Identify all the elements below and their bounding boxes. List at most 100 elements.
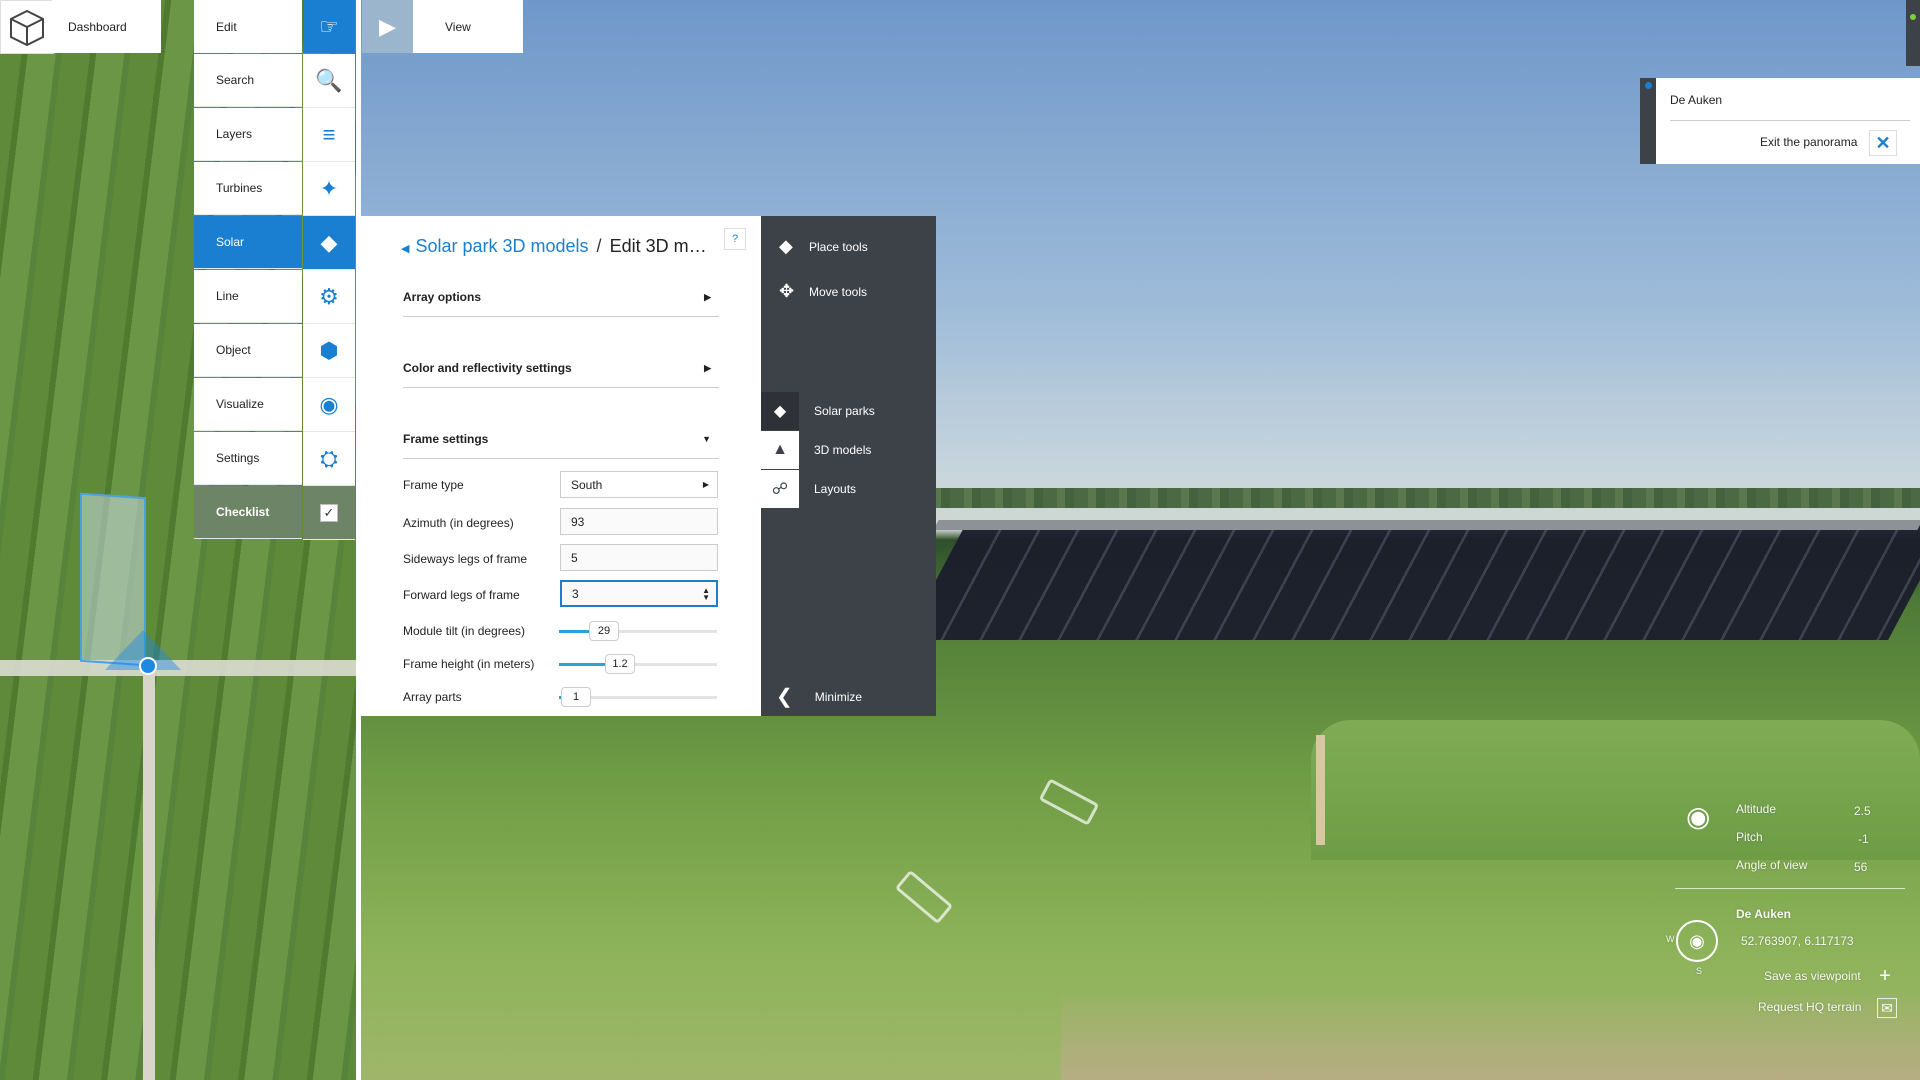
pitch-value: -1: [1858, 832, 1869, 846]
mail-icon[interactable]: ✉: [1877, 998, 1897, 1018]
breadcrumb-separator: /: [596, 236, 602, 256]
solar-panel-icon[interactable]: ◆: [303, 216, 355, 270]
frame-type-select[interactable]: South ▶: [560, 471, 718, 498]
slider-thumb[interactable]: 1: [561, 687, 591, 707]
navigation-marker[interactable]: [1038, 778, 1100, 826]
navigation-marker[interactable]: [894, 869, 954, 925]
dropdown-arrow-icon: ▶: [702, 480, 709, 489]
location-title: De Auken: [1670, 93, 1723, 107]
edit-hand-icon[interactable]: ☞: [303, 0, 355, 53]
chevron-left-icon: ❮: [776, 686, 793, 708]
info-panel-handle[interactable]: [1640, 78, 1656, 164]
sideways-legs-input[interactable]: 5: [560, 544, 718, 571]
line-icon[interactable]: ⚙: [303, 270, 355, 324]
section-array-options[interactable]: Array options ▶: [403, 278, 719, 317]
tools-panel: ◆ Place tools ✥ Move tools ◆ Solar parks ▲ 3…: [761, 216, 936, 716]
add-viewpoint-icon[interactable]: +: [1876, 965, 1894, 987]
menu-item-visualize[interactable]: Visualize: [194, 378, 302, 431]
collapse-arrow-icon: ▼: [702, 434, 711, 444]
search-icon[interactable]: 🔍: [303, 54, 355, 108]
3d-models-button[interactable]: ▲ 3D models: [761, 431, 936, 469]
breadcrumb: ◀ Solar park 3D models / Edit 3D m…: [401, 236, 707, 257]
road: [143, 670, 155, 1080]
fov-value: 56: [1854, 860, 1868, 874]
forward-legs-stepper[interactable]: 3 ▲ ▼: [560, 580, 718, 607]
section-title: Color and reflectivity settings: [403, 361, 572, 375]
slider-thumb[interactable]: 1.2: [605, 654, 635, 674]
camera-icon: ◉: [1686, 801, 1711, 832]
menu-item-label: Object: [216, 343, 251, 357]
section-color-settings[interactable]: Color and reflectivity settings ▶: [403, 349, 719, 388]
exit-panorama-label: Exit the panorama: [1760, 135, 1858, 149]
menu-item-layers[interactable]: Layers: [194, 108, 302, 161]
turbine-icon[interactable]: ✦: [303, 162, 355, 216]
minimize-button[interactable]: ❮ Minimize: [776, 684, 862, 709]
menu-item-object[interactable]: Object: [194, 324, 302, 377]
menu-item-label: Layers: [216, 127, 253, 141]
stepper-arrows-icon[interactable]: ▲ ▼: [702, 586, 710, 601]
checklist-toggle[interactable]: ✓: [303, 486, 355, 540]
menu-item-line[interactable]: Line: [194, 270, 302, 323]
wooden-post: [1316, 735, 1325, 845]
menu-item-search[interactable]: Search: [194, 54, 302, 107]
slider-thumb[interactable]: 29: [589, 621, 619, 641]
gear-icon[interactable]: ⛭: [303, 432, 355, 486]
array-parts-slider[interactable]: 1: [559, 687, 717, 707]
move-icon: ✥: [779, 281, 795, 301]
menu-item-label: Turbines: [216, 181, 263, 195]
module-tilt-slider[interactable]: 29: [559, 621, 717, 641]
layout-icon: ☍: [761, 470, 799, 508]
fov-label: Angle of view: [1736, 858, 1808, 872]
menu-item-label: Solar: [216, 235, 245, 249]
hud-coordinates: 52.763907, 6.117173: [1741, 934, 1854, 948]
place-tools-button[interactable]: ◆ Place tools: [779, 236, 868, 257]
move-tools-label: Move tools: [809, 284, 868, 299]
layers-icon[interactable]: ≡: [303, 108, 355, 162]
play-icon[interactable]: ▶: [362, 0, 413, 53]
menu-item-label: Settings: [216, 451, 260, 465]
edit-label: Edit: [216, 19, 237, 34]
move-tools-button[interactable]: ✥ Move tools: [779, 281, 867, 302]
checkbox-icon: ✓: [320, 503, 338, 522]
menu-item-label: Search: [216, 73, 255, 87]
cube-icon[interactable]: ⬢: [303, 324, 355, 378]
frame-type-value: South: [571, 477, 603, 492]
section-frame-settings[interactable]: Frame settings ▼: [403, 420, 719, 459]
place-tool-icon: ◆: [779, 236, 793, 256]
azimuth-label: Azimuth (in degrees): [403, 516, 514, 530]
azimuth-value: 93: [571, 514, 585, 529]
frame-height-slider[interactable]: 1.2: [559, 654, 717, 674]
menu-item-checklist[interactable]: Checklist: [194, 486, 302, 539]
solar-parks-button[interactable]: ◆ Solar parks: [761, 392, 936, 430]
expand-arrow-icon: ▶: [704, 291, 711, 302]
layouts-button[interactable]: ☍ Layouts: [761, 470, 936, 508]
place-tools-label: Place tools: [809, 239, 868, 254]
dashboard-button[interactable]: Dashboard: [52, 0, 161, 53]
section-title: Frame settings: [403, 432, 489, 446]
compass-eye-icon[interactable]: ◉: [1676, 920, 1718, 962]
view-button[interactable]: View: [413, 0, 523, 53]
menu-item-solar[interactable]: Solar: [194, 216, 302, 269]
azimuth-input[interactable]: 93: [560, 508, 718, 535]
menu-item-settings[interactable]: Settings: [194, 432, 302, 485]
menu-item-label: Checklist: [216, 505, 270, 519]
3d-models-label: 3D models: [814, 443, 872, 457]
request-terrain-label: Request HQ terrain: [1758, 1000, 1862, 1014]
eye-icon[interactable]: ◉: [303, 378, 355, 432]
status-indicator: [1910, 14, 1916, 20]
camera-location-pin[interactable]: [139, 657, 157, 675]
app-logo[interactable]: [0, 0, 54, 54]
solar-park-icon: ◆: [761, 392, 799, 430]
edit-button[interactable]: Edit: [194, 0, 302, 53]
menu-item-turbines[interactable]: Turbines: [194, 162, 302, 215]
close-icon[interactable]: ✕: [1869, 130, 1897, 156]
minimize-label: Minimize: [814, 689, 863, 704]
altitude-value: 2.5: [1854, 804, 1871, 818]
help-button[interactable]: ?: [724, 228, 746, 250]
frame-height-label: Frame height (in meters): [403, 657, 535, 671]
back-arrow-icon[interactable]: ◀: [401, 243, 409, 255]
frame-type-label: Frame type: [403, 478, 464, 492]
help-label: ?: [731, 233, 739, 245]
tall-grass: [1311, 720, 1920, 860]
breadcrumb-parent-link[interactable]: Solar park 3D models: [415, 236, 588, 256]
